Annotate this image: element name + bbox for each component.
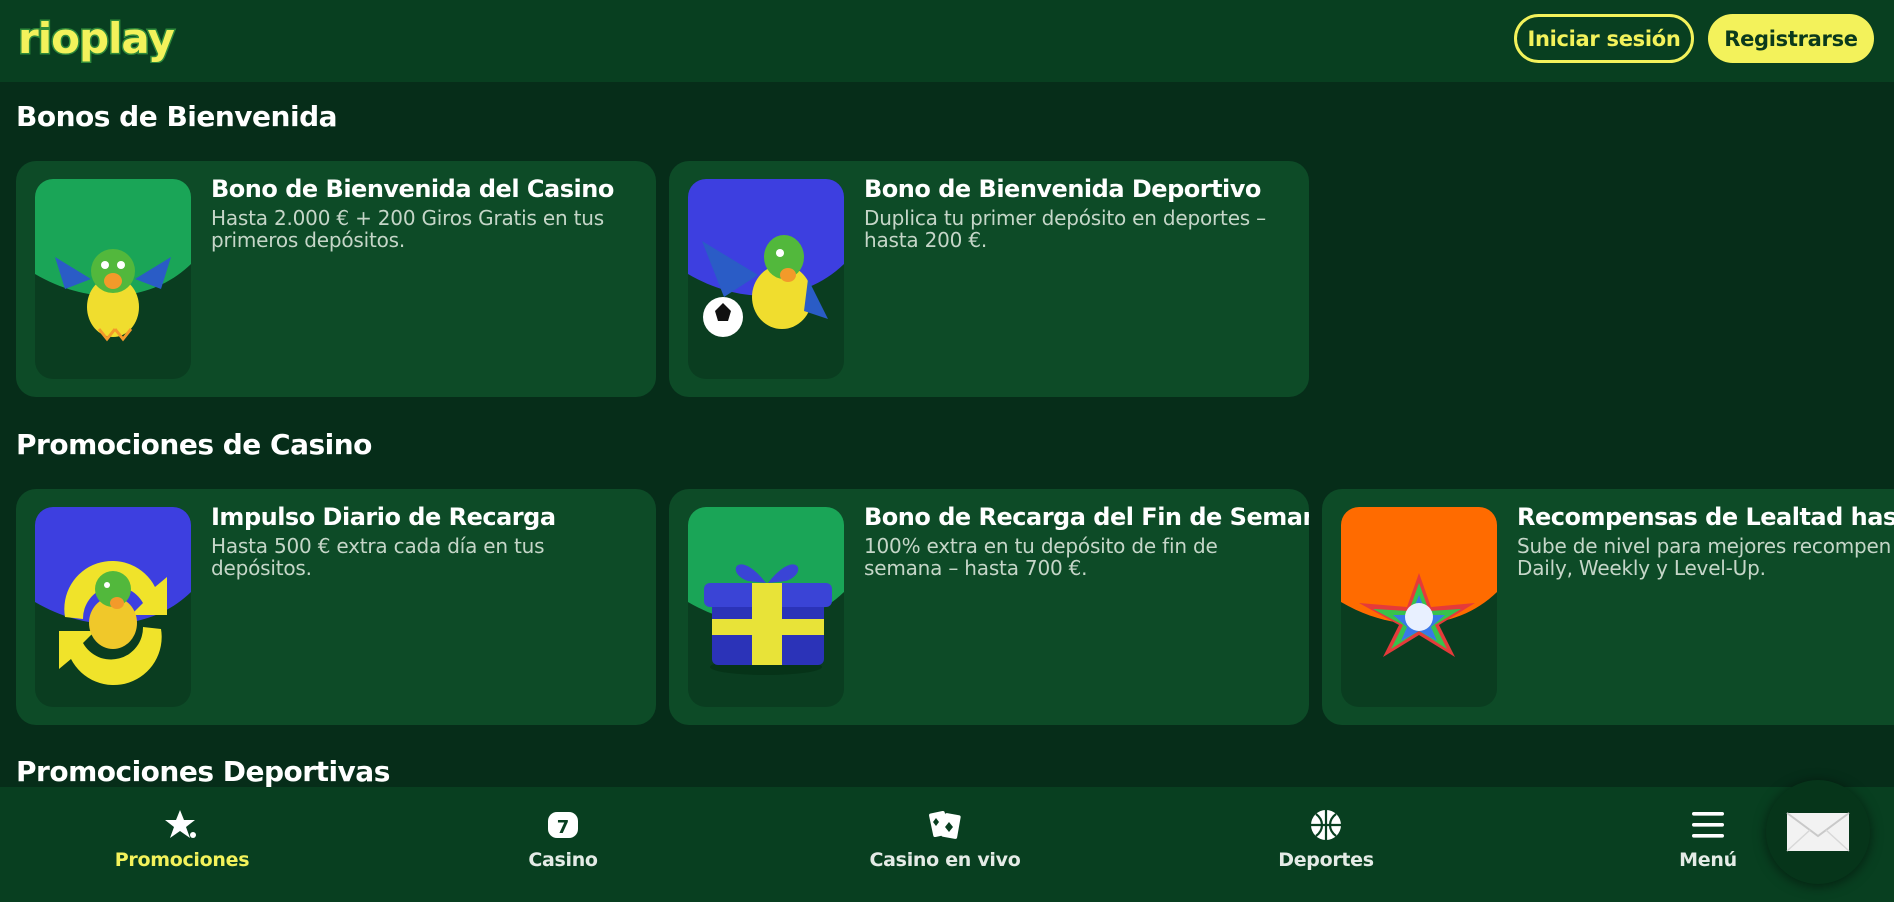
login-button[interactable]: Iniciar sesión	[1514, 14, 1694, 63]
parrot-reload-icon	[35, 507, 191, 707]
nav-item-promociones[interactable]: Promociones	[62, 807, 302, 887]
promo-card-casino-welcome[interactable]: Bono de Bienvenida del Casino Hasta 2.00…	[16, 161, 656, 397]
envelope-icon	[1786, 812, 1850, 852]
card-description: Hasta 500 € extra cada día en tus depósi…	[211, 534, 545, 580]
basketball-icon	[1307, 807, 1345, 843]
card-title: Bono de Bienvenida Deportivo	[864, 175, 1261, 203]
svg-text:7: 7	[557, 817, 570, 838]
star-icon	[163, 807, 201, 843]
promo-card-loyalty[interactable]: Recompensas de Lealtad hasta 4 Sube de n…	[1322, 489, 1894, 725]
nav-label: Menú	[1679, 849, 1737, 871]
nav-label: Deportes	[1278, 849, 1374, 871]
nav-label: Casino	[528, 849, 598, 871]
section-title-welcome: Bonos de Bienvenida	[16, 100, 338, 133]
hamburger-icon	[1689, 807, 1727, 843]
promo-card-weekend-reload[interactable]: Bono de Recarga del Fin de Semana 100% e…	[669, 489, 1309, 725]
card-description: Duplica tu primer depósito en deportes –…	[864, 206, 1266, 252]
nav-label: Promociones	[114, 849, 250, 871]
card-description: 100% extra en tu depósito de fin de sema…	[864, 534, 1218, 580]
bottom-navigation: Promociones 7 Casino Casino en vivo Depo…	[0, 787, 1894, 902]
section-title-sports: Promociones Deportivas	[16, 755, 390, 788]
card-description: Sube de nivel para mejores recompen Dail…	[1517, 534, 1892, 580]
register-button[interactable]: Registrarse	[1708, 14, 1874, 63]
nav-item-casino-en-vivo[interactable]: Casino en vivo	[825, 807, 1065, 887]
gem-star-icon	[1341, 507, 1497, 707]
nav-item-casino[interactable]: 7 Casino	[443, 807, 683, 887]
parrot-football-icon	[688, 179, 844, 379]
card-description: Hasta 2.000 € + 200 Giros Gratis en tus …	[211, 206, 604, 252]
card-title: Bono de Recarga del Fin de Semana	[864, 503, 1309, 531]
section-title-casino: Promociones de Casino	[16, 428, 372, 461]
nav-item-deportes[interactable]: Deportes	[1206, 807, 1446, 887]
card-title: Recompensas de Lealtad hasta 4	[1517, 503, 1894, 531]
cards-icon	[926, 807, 964, 843]
card-title: Bono de Bienvenida del Casino	[211, 175, 614, 203]
nav-label: Casino en vivo	[869, 849, 1021, 871]
chat-button[interactable]	[1766, 780, 1870, 884]
top-header: rioplay Iniciar sesión Registrarse	[0, 0, 1894, 82]
promo-card-daily-reload[interactable]: Impulso Diario de Recarga Hasta 500 € ex…	[16, 489, 656, 725]
card-title: Impulso Diario de Recarga	[211, 503, 556, 531]
gift-box-icon	[688, 507, 844, 707]
promo-card-sports-welcome[interactable]: Bono de Bienvenida Deportivo Duplica tu …	[669, 161, 1309, 397]
svg-text:rioplay: rioplay	[18, 15, 174, 63]
rioplay-logo[interactable]: rioplay	[15, 13, 187, 65]
parrot-cheering-icon	[35, 179, 191, 379]
casino-seven-icon: 7	[544, 807, 582, 843]
